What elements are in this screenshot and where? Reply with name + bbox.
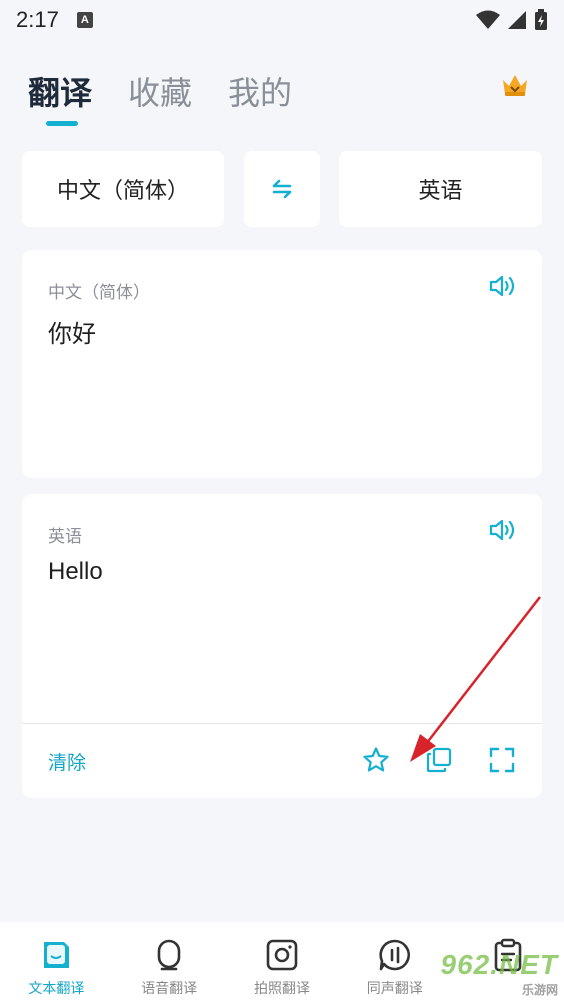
wifi-icon [476,10,500,29]
simultaneous-icon [379,939,410,971]
copy-icon[interactable] [425,746,453,774]
nav-label: 同声翻译 [366,981,423,997]
swap-icon [272,179,292,199]
status-bar: 2:17 A [0,0,564,40]
top-tabs: 翻译 收藏 我的 [28,70,292,126]
target-language-label: 英语 [418,179,463,204]
camera-icon [266,939,298,971]
nav-simultaneous-translate[interactable]: 同声翻译 [350,938,440,998]
tab-favorites[interactable]: 收藏 [128,70,192,116]
battery-icon [535,9,547,30]
swap-languages-button[interactable] [244,151,320,227]
star-icon[interactable] [362,746,390,774]
target-language-select[interactable]: 英语 [339,151,542,227]
source-language-label: 中文（简体） [56,179,189,204]
notification-a-icon: A [76,12,93,28]
status-icons [476,9,548,31]
tab-favorites-label: 收藏 [128,74,193,112]
result-text: Hello [48,558,103,585]
source-text-card[interactable]: 中文（简体） 你好 [22,250,542,478]
watermark-text: 962.NET [440,949,558,980]
tab-translate-label: 翻译 [28,74,93,112]
clear-button[interactable]: 清除 [48,748,86,775]
watermark-subtext: 乐游网 [521,983,558,997]
divider [22,723,542,724]
fullscreen-icon[interactable] [488,746,516,774]
tab-active-indicator [46,121,78,126]
source-card-language: 中文（简体） [48,283,150,303]
tab-translate[interactable]: 翻译 [28,70,93,126]
nav-label: 文本翻译 [28,981,85,997]
source-language-select[interactable]: 中文（简体） [22,151,224,227]
nav-label: 拍照翻译 [253,981,310,997]
result-text-card: 英语 Hello 清除 [22,494,542,798]
microphone-icon [157,939,181,971]
result-card-language: 英语 [48,527,82,547]
tab-mine[interactable]: 我的 [228,70,292,116]
tab-mine-label: 我的 [228,74,293,112]
nav-text-translate[interactable]: 文本翻译 [11,938,101,998]
crown-vip-icon[interactable] [500,72,530,98]
speaker-icon[interactable] [488,274,516,298]
watermark-logo: 962.NET 乐游网 [441,949,559,998]
nav-photo-translate[interactable]: 拍照翻译 [237,938,327,998]
source-text[interactable]: 你好 [48,314,96,349]
text-translate-icon [44,942,70,968]
nav-voice-translate[interactable]: 语音翻译 [124,938,214,998]
speaker-icon[interactable] [488,518,516,542]
signal-icon [508,11,526,29]
status-time: 2:17 [16,7,59,32]
nav-label: 语音翻译 [141,981,198,997]
